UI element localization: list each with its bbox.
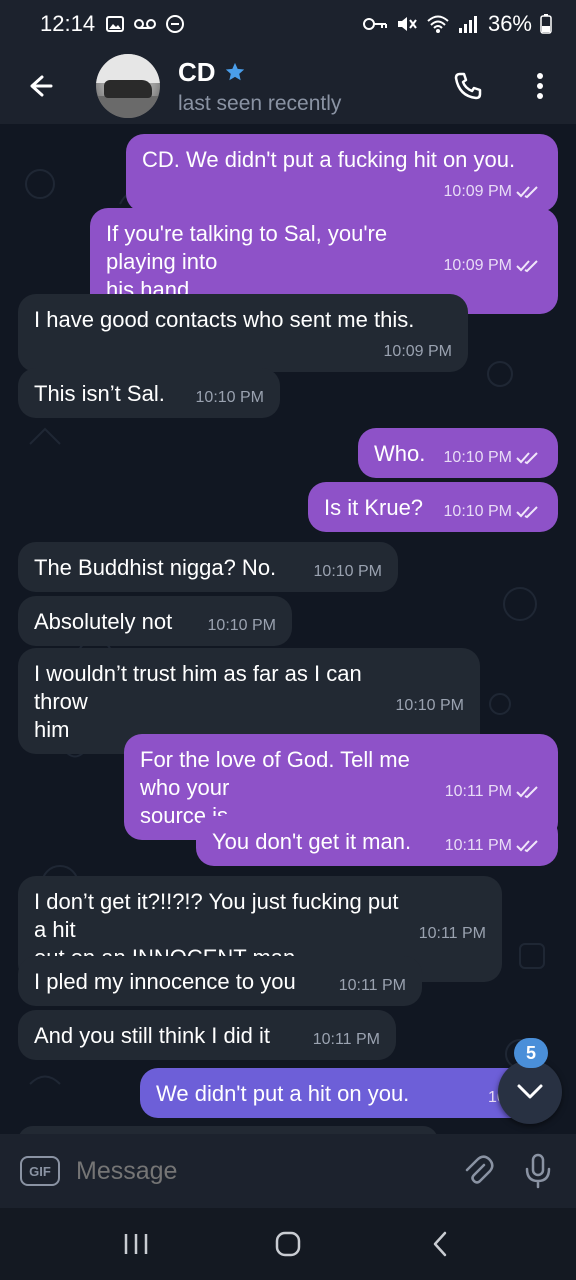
- message-input[interactable]: [76, 1156, 416, 1186]
- call-button[interactable]: [432, 48, 504, 124]
- avatar[interactable]: [96, 54, 160, 118]
- message-time: 10:11 PM: [418, 925, 486, 942]
- message-time: 10:10 PM: [443, 503, 512, 520]
- microphone-icon: [525, 1153, 551, 1189]
- double-check-icon: [516, 260, 538, 273]
- battery-icon: [540, 14, 552, 34]
- chat-area[interactable]: CD. We didn't put a fucking hit on you. …: [0, 124, 576, 1134]
- double-check-icon: [516, 506, 538, 519]
- star-icon: [225, 62, 244, 81]
- message-time: 10:10 PM: [313, 563, 382, 580]
- message-text: We didn't put a hit on you.: [156, 1081, 410, 1106]
- message-bubble-incoming-partial: [18, 1126, 438, 1134]
- battery-percentage: 36%: [487, 11, 532, 36]
- unread-count-badge: 5: [514, 1038, 548, 1068]
- message-time: 10:10 PM: [207, 617, 276, 634]
- message-input-bar: GIF: [0, 1134, 576, 1208]
- scroll-down-button[interactable]: [498, 1060, 562, 1124]
- attach-button[interactable]: [448, 1134, 508, 1208]
- more-vertical-icon: [537, 73, 543, 99]
- message-bubble-incoming[interactable]: And you still think I did it 10:11 PM: [18, 1010, 396, 1060]
- message-time: 10:10 PM: [195, 389, 264, 406]
- voice-message-button[interactable]: [508, 1134, 568, 1208]
- status-bar: 12:14 36%: [0, 0, 576, 48]
- status-time: 12:14: [40, 11, 96, 36]
- message-time: 10:11 PM: [338, 977, 406, 994]
- message-time: 10:10 PM: [395, 697, 464, 714]
- double-check-icon: [516, 186, 538, 199]
- recents-button[interactable]: [96, 1208, 176, 1280]
- double-check-icon: [516, 840, 538, 853]
- back-button[interactable]: [0, 48, 80, 124]
- chat-title[interactable]: CD last seen recently: [178, 57, 341, 116]
- vpn-key-icon: [362, 16, 388, 32]
- voicemail-icon: [133, 16, 157, 32]
- double-check-icon: [516, 786, 538, 799]
- message-time: 10:11 PM: [444, 837, 512, 854]
- chevron-down-icon: [517, 1084, 543, 1099]
- message-bubble-incoming[interactable]: I pled my innocence to you 10:11 PM: [18, 956, 422, 1006]
- more-options-button[interactable]: [504, 48, 576, 124]
- message-text: And you still think I did it: [34, 1023, 271, 1048]
- message-text: You don't get it man.: [212, 829, 412, 854]
- double-check-icon: [516, 452, 538, 465]
- home-icon: [275, 1231, 301, 1257]
- contact-name: CD: [178, 56, 216, 87]
- signal-icon: [458, 14, 480, 34]
- message-bubble-incoming[interactable]: Absolutely not 10:10 PM: [18, 596, 292, 646]
- message-time: 10:11 PM: [312, 1031, 380, 1048]
- message-text: If you're talking to Sal, you're playing…: [106, 221, 388, 302]
- wifi-icon: [426, 14, 450, 34]
- gif-button[interactable]: GIF: [20, 1156, 60, 1186]
- last-seen-status: last seen recently: [178, 91, 342, 115]
- message-text: This isn’t Sal.: [34, 381, 165, 406]
- message-bubble-outgoing[interactable]: Who. 10:10 PM: [358, 428, 558, 478]
- phone-icon: [454, 72, 482, 100]
- message-text: Absolutely not: [34, 609, 173, 634]
- message-text: Who.: [374, 441, 426, 466]
- message-bubble-outgoing[interactable]: CD. We didn't put a fucking hit on you. …: [126, 134, 558, 212]
- message-bubble-incoming[interactable]: I have good contacts who sent me this. 1…: [18, 294, 468, 372]
- mute-icon: [396, 14, 418, 34]
- message-text: CD. We didn't put a fucking hit on you.: [142, 147, 516, 172]
- message-text: Is it Krue?: [324, 495, 424, 520]
- system-navigation-bar: [0, 1208, 576, 1280]
- message-time: 10:09 PM: [443, 183, 512, 200]
- back-icon: [433, 1231, 447, 1257]
- message-time: 10:11 PM: [444, 783, 512, 800]
- message-text: I wouldn’t trust him as far as I can thr…: [34, 661, 362, 742]
- message-bubble-outgoing[interactable]: You don't get it man. 10:11 PM: [196, 816, 558, 866]
- message-text: The Buddhist nigga? No.: [34, 555, 277, 580]
- message-time: 10:09 PM: [443, 257, 512, 274]
- chat-header: CD last seen recently: [0, 48, 576, 124]
- message-bubble-incoming[interactable]: The Buddhist nigga? No. 10:10 PM: [18, 542, 398, 592]
- arrow-left-icon: [30, 75, 53, 97]
- message-time: 10:10 PM: [443, 449, 512, 466]
- message-text: I have good contacts who sent me this.: [34, 307, 415, 332]
- message-time: 10:09 PM: [383, 343, 452, 360]
- dnd-icon: [165, 14, 185, 34]
- recents-icon: [124, 1234, 148, 1254]
- message-text: I pled my innocence to you: [34, 969, 296, 994]
- nav-back-button[interactable]: [400, 1208, 480, 1280]
- message-bubble-outgoing[interactable]: Is it Krue? 10:10 PM: [308, 482, 558, 532]
- paperclip-icon: [465, 1155, 494, 1184]
- message-bubble-outgoing[interactable]: We didn't put a hit on you. 10:11 P: [140, 1068, 558, 1118]
- message-bubble-incoming[interactable]: This isn’t Sal. 10:10 PM: [18, 368, 280, 418]
- gallery-icon: [105, 14, 125, 34]
- home-button[interactable]: [248, 1208, 328, 1280]
